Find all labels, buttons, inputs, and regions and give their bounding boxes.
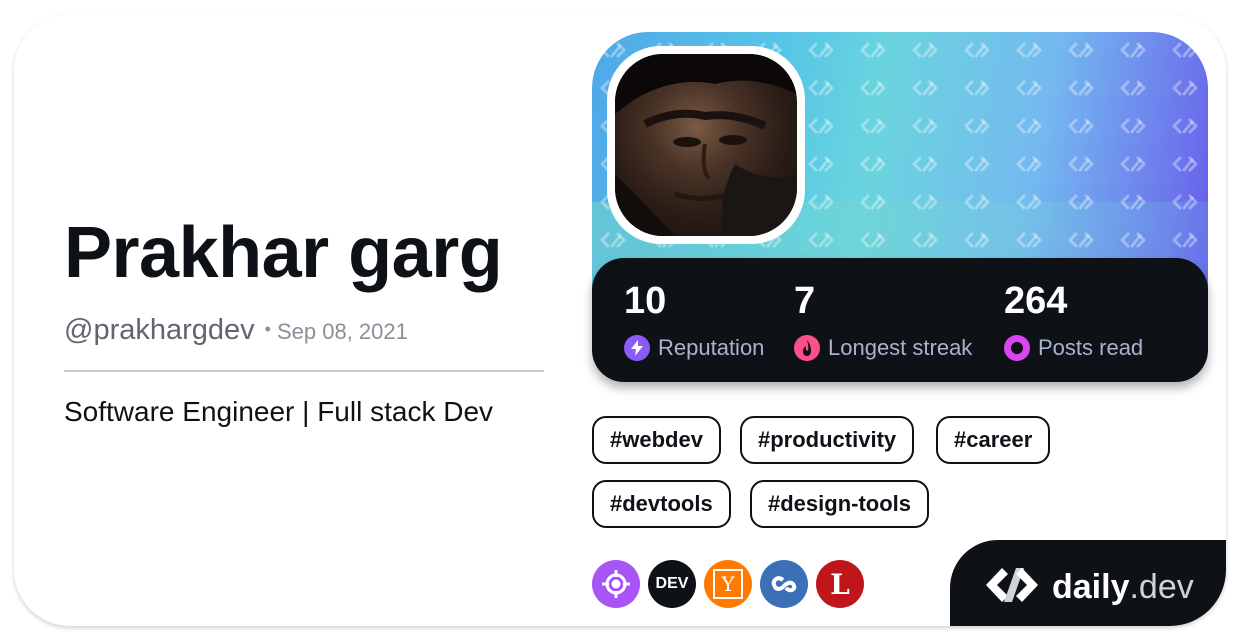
crosshair-source-icon[interactable] xyxy=(592,560,640,608)
stat-value: 7 xyxy=(794,280,816,322)
stat-label: Longest streak xyxy=(828,335,973,360)
profile-name: Prakhar garg xyxy=(64,213,503,293)
tag-career[interactable]: #career xyxy=(936,416,1051,464)
tag-devtools[interactable]: #devtools xyxy=(592,480,731,528)
stat-value: 264 xyxy=(1004,280,1068,322)
daily-dev-logo-icon xyxy=(986,568,1038,602)
tag-webdev[interactable]: #webdev xyxy=(592,416,721,464)
tag-design-tools[interactable]: #design-tools xyxy=(750,480,930,528)
stat-longest-streak: 7 Longest streak xyxy=(794,280,972,361)
tag-productivity[interactable]: #productivity xyxy=(740,416,915,464)
stat-reputation: 10 Reputation xyxy=(624,280,764,361)
profile-card: Prakhar garg @prakhargdev • Sep 08, 2021… xyxy=(14,14,1226,626)
divider xyxy=(64,370,544,372)
stat-posts-read: 264 Posts read xyxy=(1004,280,1143,361)
brand-footer: daily.dev xyxy=(950,540,1226,626)
link-source-icon[interactable] xyxy=(760,560,808,608)
brand-name: daily.dev xyxy=(1052,568,1194,606)
separator-dot: • xyxy=(264,319,271,339)
profile-handle: @prakhargdev xyxy=(64,314,255,346)
lightning-icon xyxy=(624,335,650,361)
l-source-icon[interactable]: L xyxy=(816,560,864,608)
ring-icon xyxy=(1004,335,1030,361)
dev-source-icon[interactable]: DEV xyxy=(648,560,696,608)
hackernews-source-icon[interactable]: Y xyxy=(704,560,752,608)
profile-bio: Software Engineer | Full stack Dev xyxy=(64,396,494,427)
stats-panel: 10 Reputation 7 Longest streak 264 Posts… xyxy=(592,258,1208,382)
avatar-image xyxy=(615,54,797,236)
stat-value: 10 xyxy=(624,280,667,322)
stat-label: Reputation xyxy=(658,335,765,360)
flame-icon xyxy=(794,335,820,361)
avatar xyxy=(607,46,805,244)
hackernews-letter: Y xyxy=(713,569,743,599)
stat-label: Posts read xyxy=(1038,335,1144,360)
joined-date: Sep 08, 2021 xyxy=(276,319,408,344)
handle-row: @prakhargdev • Sep 08, 2021 xyxy=(64,314,408,347)
